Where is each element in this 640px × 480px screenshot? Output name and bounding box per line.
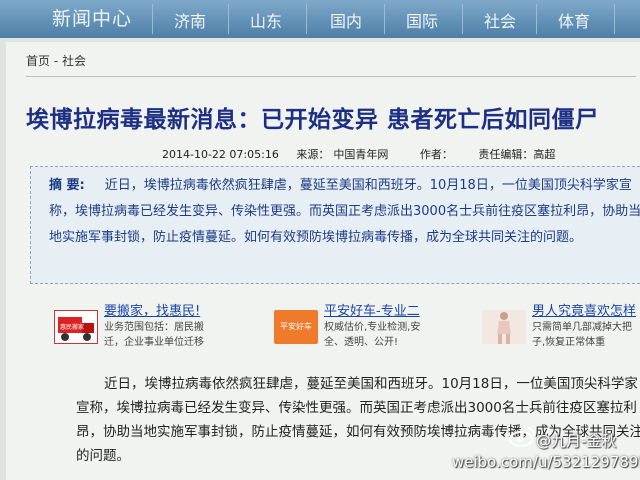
ad-car-logo[interactable]: 平安好车 <box>274 310 318 344</box>
nav-item-jinan[interactable]: 济南 <box>174 8 206 32</box>
article-date: 2014-10-22 07:05:16 <box>162 148 279 161</box>
woman-figure-icon <box>497 312 511 344</box>
article-summary: 摘 要: 近日，埃博拉病毒依然疯狂肆虐，蔓延至美国和西班牙。10月18日，一位美国… <box>30 166 640 284</box>
nav-item-sports[interactable]: 体育 <box>558 8 590 32</box>
author-label: 作者： <box>419 148 453 161</box>
nav-item-shandong[interactable]: 山东 <box>250 8 282 32</box>
editor-value: 高超 <box>533 148 556 161</box>
nav-item-domestic[interactable]: 国内 <box>330 8 362 32</box>
watermark-handle: @九月-金秋 <box>536 432 617 450</box>
breadcrumb-divider <box>26 76 636 77</box>
watermark-url: weibo.com/u/5321297895 <box>452 453 640 471</box>
weibo-logo-icon <box>509 427 535 447</box>
ad-car-title[interactable]: 平安好车-专业二 <box>324 300 420 319</box>
breadcrumb[interactable]: 首页 - 社会 <box>26 52 86 69</box>
nav-divider <box>536 4 537 34</box>
ad-moving-title[interactable]: 要搬家，找惠民! <box>104 300 200 319</box>
ad-moving-logo-text: 惠民搬家 <box>60 323 84 331</box>
summary-label: 摘 要: <box>49 178 85 193</box>
ad-moving[interactable]: 惠民搬家 要搬家，找惠民! 业务范围包括：居民搬 迁，企业事业单位迁移 <box>48 300 248 360</box>
article-page: 首页 - 社会 埃博拉病毒最新消息：已开始变异 患者死亡后如同僵尸 2014-1… <box>6 42 640 480</box>
summary-text: 近日，埃博拉病毒依然疯狂肆虐，蔓延至美国和西班牙。10月18日，一位美国顶尖科学… <box>49 178 640 245</box>
editor-label: 责任编辑： <box>478 148 534 161</box>
article-meta: 2014-10-22 07:05:16 来源： 中国青年网 作者： 责任编辑：高超 <box>162 146 569 162</box>
nav-divider <box>306 4 307 34</box>
ad-fitness-title[interactable]: 男人究竟喜欢怎样 <box>532 300 636 319</box>
ad-moving-desc: 业务范围包括：居民搬 迁，企业事业单位迁移 <box>104 322 204 348</box>
nav-divider <box>614 4 615 34</box>
ad-fitness[interactable]: 男人究竟喜欢怎样 只需简单几部减掉大把 子,恢复正常体重 <box>482 300 640 360</box>
ad-moving-image[interactable]: 惠民搬家 <box>54 310 98 344</box>
nav-item-international[interactable]: 国际 <box>406 8 438 32</box>
ad-fitness-image[interactable] <box>482 310 526 344</box>
nav-divider <box>462 4 463 34</box>
page-title: 埃博拉病毒最新消息：已开始变异 患者死亡后如同僵尸 <box>26 106 599 133</box>
nav-item-society[interactable]: 社会 <box>484 8 516 32</box>
site-name[interactable]: 新闻中心 <box>52 4 132 31</box>
top-nav-bar: 新闻中心 济南 山东 国内 国际 社会 体育 <box>0 0 640 38</box>
ad-car[interactable]: 平安好车 平安好车-专业二 权威估价,专业检测,安 全、透明、公开! <box>274 300 474 360</box>
nav-divider <box>228 4 229 34</box>
truck-icon: 惠民搬家 <box>58 317 94 341</box>
source-label: 来源： <box>296 148 330 161</box>
nav-divider <box>152 4 153 34</box>
ad-fitness-desc: 只需简单几部减掉大把 子,恢复正常体重 <box>532 322 632 348</box>
source-value[interactable]: 中国青年网 <box>333 148 388 161</box>
ad-car-desc: 权威估价,专业检测,安 全、透明、公开! <box>324 322 421 348</box>
nav-divider <box>384 4 385 34</box>
